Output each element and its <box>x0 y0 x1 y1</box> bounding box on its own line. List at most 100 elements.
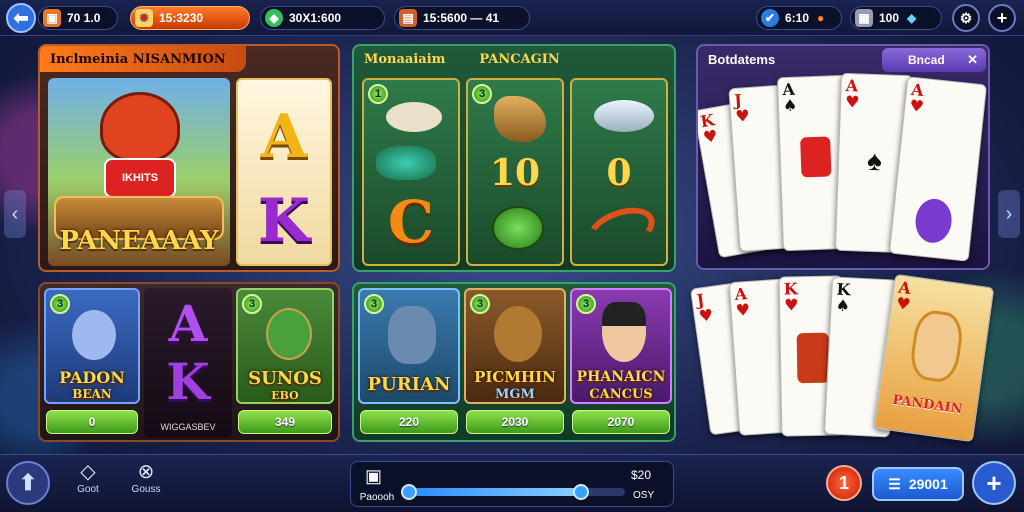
card-table-header: Botdatems <box>698 46 775 72</box>
top-bar: ⬅ ▣ 70 1.0 ✹ 15:3230 ◆ 30X1:600 ▤ 15:560… <box>0 0 1024 36</box>
game-tile-1-button[interactable]: 0 <box>46 410 138 434</box>
reel-2[interactable]: 3 10 <box>466 78 564 266</box>
spade-icon: ♠ <box>866 144 883 177</box>
game-tile-4-button[interactable]: 220 <box>360 410 458 434</box>
bolt-icon: ◆ <box>907 11 917 25</box>
game-tile-5-subtitle: MGM <box>495 387 535 402</box>
feature-title: PANEAAAY <box>59 226 219 256</box>
reel-3-value: 0 <box>606 152 632 194</box>
balance-1-value: 70 1.0 <box>67 11 101 25</box>
game-row-left: 3 PADON BEAN 0 A K WIGGASBEV 3 SUNOS EBO… <box>38 282 340 442</box>
featured-game-panel[interactable]: Inclmeinia NISANMION IKHITS PANEAAAY A K <box>38 44 340 272</box>
stat-pill-2[interactable]: ▦ 100 ◆ <box>850 6 942 30</box>
hand-card-5-rank: A ♥ <box>895 277 913 315</box>
stat-1-value: 6:10 <box>785 11 810 25</box>
magician-icon <box>602 302 646 362</box>
add-chips-button[interactable]: + <box>972 461 1016 505</box>
slot-reels-panel[interactable]: Monaaiaim PANCAGIN 1 C 3 10 0 <box>352 44 676 272</box>
hand-cards: J ♥ A ♥ K ♥ K ♠ A ♥ PANDAIN <box>689 272 996 448</box>
stat-pill-1[interactable]: ✔ 6:10 ● <box>756 6 842 30</box>
game-tile-6-subtitle: CANCUS <box>589 387 653 402</box>
frog-icon <box>266 308 312 360</box>
playing-card-5[interactable]: A ♥ <box>888 76 988 262</box>
game-tile-2-caption: WIGGASBEV <box>160 422 216 432</box>
wizard-icon <box>72 310 116 360</box>
game-tile-4[interactable]: 3 PURIAN <box>358 288 460 404</box>
queen-face-icon <box>913 197 954 245</box>
card-table-panel[interactable]: Botdatems Bncad ✕ K ♥ J ♥ A ♠ A ♥ ♠ A ♥ <box>696 44 990 270</box>
game-tile-5-badge: 3 <box>470 294 490 314</box>
arrow-left-icon: ⬅ <box>13 7 29 28</box>
letter-k: K <box>257 186 311 256</box>
coin-icon: ▣ <box>43 9 61 27</box>
hand-card-3-rank: K ♥ <box>783 279 799 315</box>
wave-icon <box>581 199 661 261</box>
card-rank-j: J ♥ <box>733 90 751 126</box>
add-button[interactable]: + <box>988 4 1016 32</box>
reels-title-2: PANCAGIN <box>479 51 560 67</box>
gift-icon: ✹ <box>135 9 153 27</box>
game-tile-3-button[interactable]: 349 <box>238 410 332 434</box>
balance-3-value: 30X1:600 <box>289 11 342 25</box>
reel-1[interactable]: 1 C <box>362 78 460 266</box>
scroll-left-arrow[interactable]: ‹ <box>4 190 26 238</box>
upgrade-button[interactable]: ⬆ <box>6 461 50 505</box>
mascot-card[interactable]: IKHITS PANEAAAY <box>48 78 230 266</box>
game-tile-3[interactable]: 3 SUNOS EBO <box>236 288 334 404</box>
game-tile-2[interactable]: A K WIGGASBEV <box>144 288 232 438</box>
balance-pill-3[interactable]: ◆ 30X1:600 <box>260 6 385 30</box>
card-rank-a2: A ♥ <box>844 75 860 112</box>
game-tile-5[interactable]: 3 PICMHIN MGM <box>464 288 566 404</box>
progress-fill <box>407 488 582 496</box>
search-button-label: Gouss <box>131 484 161 495</box>
game-tile-1-subtitle: BEAN <box>72 387 112 401</box>
horn-icon <box>494 96 546 142</box>
game-tile-4-title: PURIAN <box>367 374 451 395</box>
card-rank-a3: A ♥ <box>908 79 925 117</box>
reel-3[interactable]: 0 <box>570 78 668 266</box>
game-tile-6[interactable]: 3 PHANAICN CANCUS <box>570 288 672 404</box>
featured-title: Inclmeinia NISANMION <box>50 51 226 67</box>
lock-icon: ▣ <box>365 466 383 486</box>
plus-icon: + <box>986 467 1002 498</box>
gift-button[interactable]: ◇ Goot <box>70 459 106 507</box>
hand-card-5[interactable]: A ♥ PANDAIN <box>873 273 995 443</box>
game-tile-2-a: A <box>168 294 208 353</box>
balance-pill-1[interactable]: ▣ 70 1.0 <box>38 6 118 30</box>
game-tile-1[interactable]: 3 PADON BEAN <box>44 288 140 404</box>
notification-button[interactable]: 1 <box>826 465 862 501</box>
king-face-icon <box>796 332 830 384</box>
chips-button[interactable]: ☰ 29001 <box>872 467 964 501</box>
card-icon: ▦ <box>855 9 873 27</box>
back-button[interactable]: ⬅ <box>6 3 36 33</box>
progress-track[interactable] <box>401 484 625 500</box>
game-tile-6-button[interactable]: 2070 <box>572 410 670 434</box>
featured-header: Inclmeinia NISANMION <box>40 46 246 72</box>
diamond-icon: ◇ <box>80 461 96 483</box>
chevron-left-icon: ‹ <box>11 202 19 225</box>
progress-start-knob[interactable] <box>401 484 417 500</box>
fish-icon <box>386 102 442 132</box>
chevron-right-icon: › <box>1005 202 1013 225</box>
reel-2-badge: 3 <box>472 84 492 104</box>
wolf-icon <box>388 306 436 364</box>
gem-icon: ◆ <box>265 9 283 27</box>
search-icon: ⊗ <box>137 461 155 483</box>
scroll-right-arrow[interactable]: › <box>998 190 1020 238</box>
game-tile-3-title: SUNOS <box>248 368 322 389</box>
hand-card-2-rank: A ♥ <box>733 284 751 320</box>
game-tile-1-badge: 3 <box>50 294 70 314</box>
progress-end-knob[interactable] <box>573 484 590 500</box>
fire-icon: ● <box>817 11 825 25</box>
close-icon[interactable]: ✕ <box>967 52 978 68</box>
reels-header: Monaaiaim PANCAGIN <box>354 46 674 72</box>
balance-pill-2[interactable]: ✹ 15:3230 <box>130 6 250 30</box>
game-tile-5-button[interactable]: 2030 <box>466 410 564 434</box>
search-button[interactable]: ⊗ Gouss <box>126 459 166 507</box>
game-tile-3-badge: 3 <box>242 294 262 314</box>
settings-button[interactable]: ⚙ <box>952 4 980 32</box>
card-table-tab[interactable]: Bncad ✕ <box>882 48 986 72</box>
letter-card[interactable]: A K <box>236 78 332 266</box>
progress-label: Paoooh <box>359 492 395 503</box>
balance-pill-4[interactable]: ▤ 15:5600 — 41 <box>394 6 530 30</box>
